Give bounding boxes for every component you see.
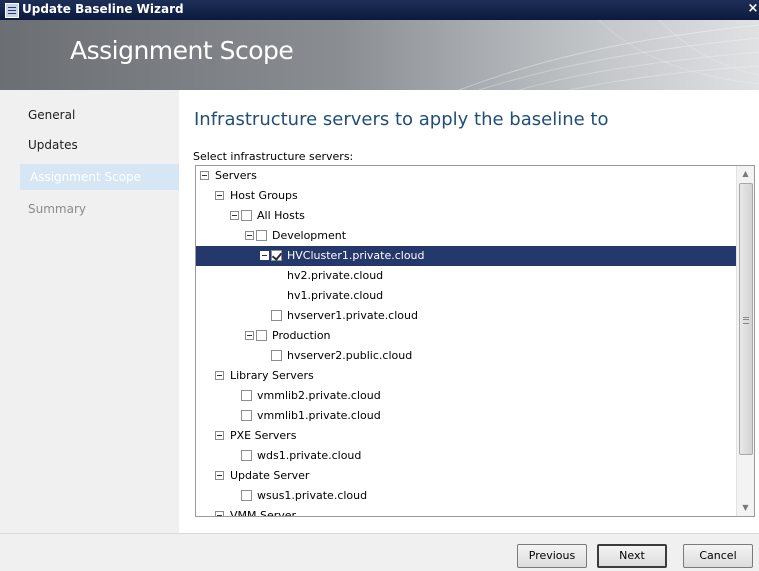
- next-button[interactable]: Next: [597, 544, 667, 568]
- collapse-icon[interactable]: [215, 371, 224, 380]
- tree-row-label: Host Groups: [230, 189, 298, 202]
- cancel-button[interactable]: Cancel: [683, 544, 753, 568]
- tree-row[interactable]: Library Servers: [196, 366, 736, 386]
- tree-row-label: Servers: [215, 169, 257, 182]
- tree-row-label: Update Server: [230, 469, 310, 482]
- servers-tree[interactable]: Servers Host Groups All Hosts Development HV…: [195, 165, 755, 517]
- collapse-icon[interactable]: [215, 511, 224, 516]
- tree-row[interactable]: HVCluster1.private.cloud: [196, 246, 736, 266]
- tree-row-label: hvserver2.public.cloud: [287, 349, 413, 362]
- select-servers-label: Select infrastructure servers:: [193, 150, 354, 163]
- wizard-steps-sidebar: General Updates Assignment Scope Summary: [10, 98, 184, 528]
- sidebar-item-assignment-scope[interactable]: Assignment Scope: [20, 164, 184, 190]
- tree-checkbox[interactable]: [241, 210, 252, 221]
- window-title: Update Baseline Wizard: [22, 2, 184, 16]
- wizard-window: Update Baseline Wizard × Assignment Scop…: [0, 0, 759, 571]
- tree-row[interactable]: Update Server: [196, 466, 736, 486]
- tree-row-label: wsus1.private.cloud: [257, 489, 368, 502]
- tree-row-label: Library Servers: [230, 369, 314, 382]
- tree-row[interactable]: Host Groups: [196, 186, 736, 206]
- tree-row[interactable]: vmmlib2.private.cloud: [196, 386, 736, 406]
- tree-row-label: hvserver1.private.cloud: [287, 309, 418, 322]
- tree-row-label: hv1.private.cloud: [287, 289, 384, 302]
- page-title: Infrastructure servers to apply the base…: [194, 109, 609, 130]
- tree-row[interactable]: hv1.private.cloud: [196, 286, 736, 306]
- tree-row[interactable]: hv2.private.cloud: [196, 266, 736, 286]
- tree-checkbox[interactable]: [241, 390, 252, 401]
- tree-checkbox[interactable]: [271, 310, 282, 321]
- tree-row[interactable]: wds1.private.cloud: [196, 446, 736, 466]
- window-app-icon: [5, 3, 19, 18]
- tree-row[interactable]: Development: [196, 226, 736, 246]
- tree-row-label: wds1.private.cloud: [257, 449, 362, 462]
- tree-row[interactable]: VMM Server: [196, 506, 736, 517]
- grip-icon: [743, 317, 749, 324]
- sidebar-item-summary: Summary: [28, 202, 86, 216]
- tree-checkbox[interactable]: [241, 490, 252, 501]
- tree-checkbox[interactable]: [271, 250, 282, 261]
- banner-heading: Assignment Scope: [70, 36, 294, 65]
- tree-row-label: HVCluster1.private.cloud: [287, 249, 425, 262]
- tree-row[interactable]: hvserver1.private.cloud: [196, 306, 736, 326]
- tree-row-label: hv2.private.cloud: [287, 269, 384, 282]
- tree-scrollbar[interactable]: ▲ ▼: [736, 166, 754, 516]
- tree-checkbox[interactable]: [271, 350, 282, 361]
- tree-row-label: Production: [272, 329, 331, 342]
- scroll-down-arrow-icon[interactable]: ▼: [737, 500, 754, 516]
- tree-row[interactable]: Servers: [196, 166, 736, 186]
- tree-row[interactable]: Production: [196, 326, 736, 346]
- tree-row[interactable]: vmmlib1.private.cloud: [196, 406, 736, 426]
- banner: Assignment Scope: [0, 20, 759, 90]
- tree-row-label: PXE Servers: [230, 429, 297, 442]
- collapse-icon[interactable]: [245, 331, 254, 340]
- collapse-icon[interactable]: [200, 171, 209, 180]
- tree-checkbox[interactable]: [241, 410, 252, 421]
- tree-row-label: All Hosts: [257, 209, 305, 222]
- collapse-icon[interactable]: [230, 211, 239, 220]
- main-content: Infrastructure servers to apply the base…: [179, 90, 759, 533]
- collapse-icon[interactable]: [260, 251, 269, 260]
- sidebar-item-general[interactable]: General: [18, 102, 184, 128]
- title-bar[interactable]: Update Baseline Wizard ×: [0, 0, 759, 20]
- tree-row[interactable]: hvserver2.public.cloud: [196, 346, 736, 366]
- tree-row[interactable]: PXE Servers: [196, 426, 736, 446]
- close-icon[interactable]: ×: [745, 1, 759, 17]
- tree-row-label: vmmlib2.private.cloud: [257, 389, 381, 402]
- tree-row-label: Development: [272, 229, 347, 242]
- tree-checkbox[interactable]: [256, 230, 267, 241]
- tree-row-label: VMM Server: [230, 509, 297, 517]
- collapse-icon[interactable]: [215, 191, 224, 200]
- scroll-thumb[interactable]: [739, 183, 753, 455]
- collapse-icon[interactable]: [215, 471, 224, 480]
- collapse-icon[interactable]: [245, 231, 254, 240]
- scroll-up-arrow-icon[interactable]: ▲: [737, 166, 754, 182]
- banner-decoration: [459, 20, 759, 90]
- tree-checkbox[interactable]: [256, 330, 267, 341]
- tree-row[interactable]: All Hosts: [196, 206, 736, 226]
- tree-checkbox[interactable]: [241, 450, 252, 461]
- tree-row-label: vmmlib1.private.cloud: [257, 409, 381, 422]
- tree-row[interactable]: wsus1.private.cloud: [196, 486, 736, 506]
- sidebar-item-updates[interactable]: Updates: [18, 132, 184, 158]
- previous-button[interactable]: Previous: [517, 544, 587, 568]
- wizard-footer: Previous Next Cancel: [0, 533, 759, 571]
- collapse-icon[interactable]: [215, 431, 224, 440]
